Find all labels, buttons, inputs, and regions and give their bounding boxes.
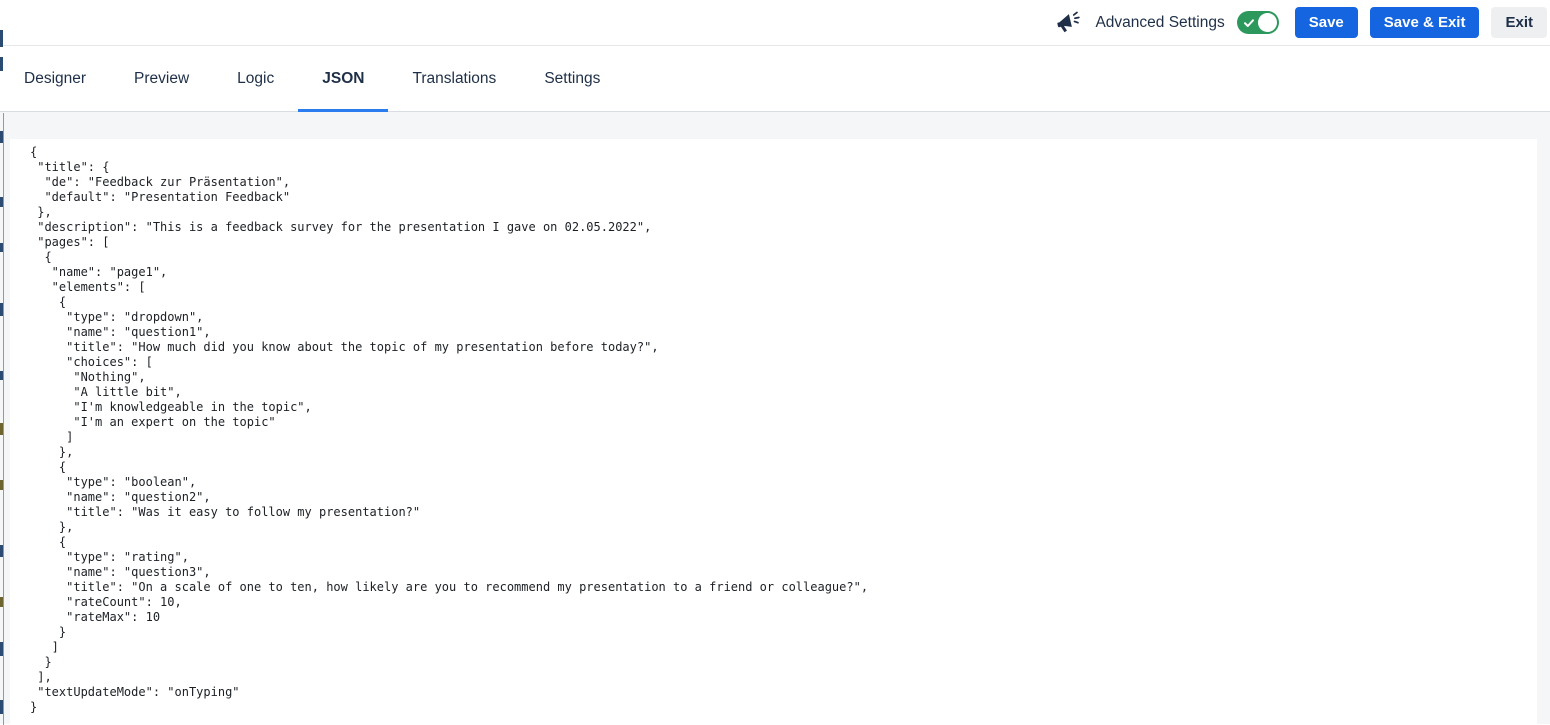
tab-settings[interactable]: Settings: [520, 46, 624, 111]
check-icon: [1243, 17, 1255, 29]
tab-logic[interactable]: Logic: [213, 46, 298, 111]
tab-designer[interactable]: Designer: [0, 46, 110, 111]
megaphone-icon[interactable]: [1053, 8, 1083, 38]
tab-json[interactable]: JSON: [298, 46, 389, 112]
toggle-knob: [1257, 13, 1277, 32]
advanced-settings-toggle[interactable]: [1236, 11, 1279, 34]
tab-bar: Designer Preview Logic JSON Translations…: [0, 46, 1550, 112]
save-button[interactable]: Save: [1294, 7, 1358, 38]
tab-preview[interactable]: Preview: [110, 46, 213, 111]
top-bar: Advanced Settings Save Save & Exit Exit: [0, 0, 1550, 46]
exit-button[interactable]: Exit: [1491, 7, 1547, 38]
tab-translations[interactable]: Translations: [388, 46, 520, 111]
json-tab-content: { "title": { "de": "Feedback zur Präsent…: [0, 112, 1550, 724]
save-and-exit-button[interactable]: Save & Exit: [1369, 7, 1480, 38]
json-editor[interactable]: { "title": { "de": "Feedback zur Präsent…: [10, 139, 1537, 724]
advanced-settings-label: Advanced Settings: [1095, 13, 1225, 31]
page: Advanced Settings Save Save & Exit Exit …: [0, 0, 1550, 725]
json-code[interactable]: { "title": { "de": "Feedback zur Präsent…: [30, 145, 1527, 715]
